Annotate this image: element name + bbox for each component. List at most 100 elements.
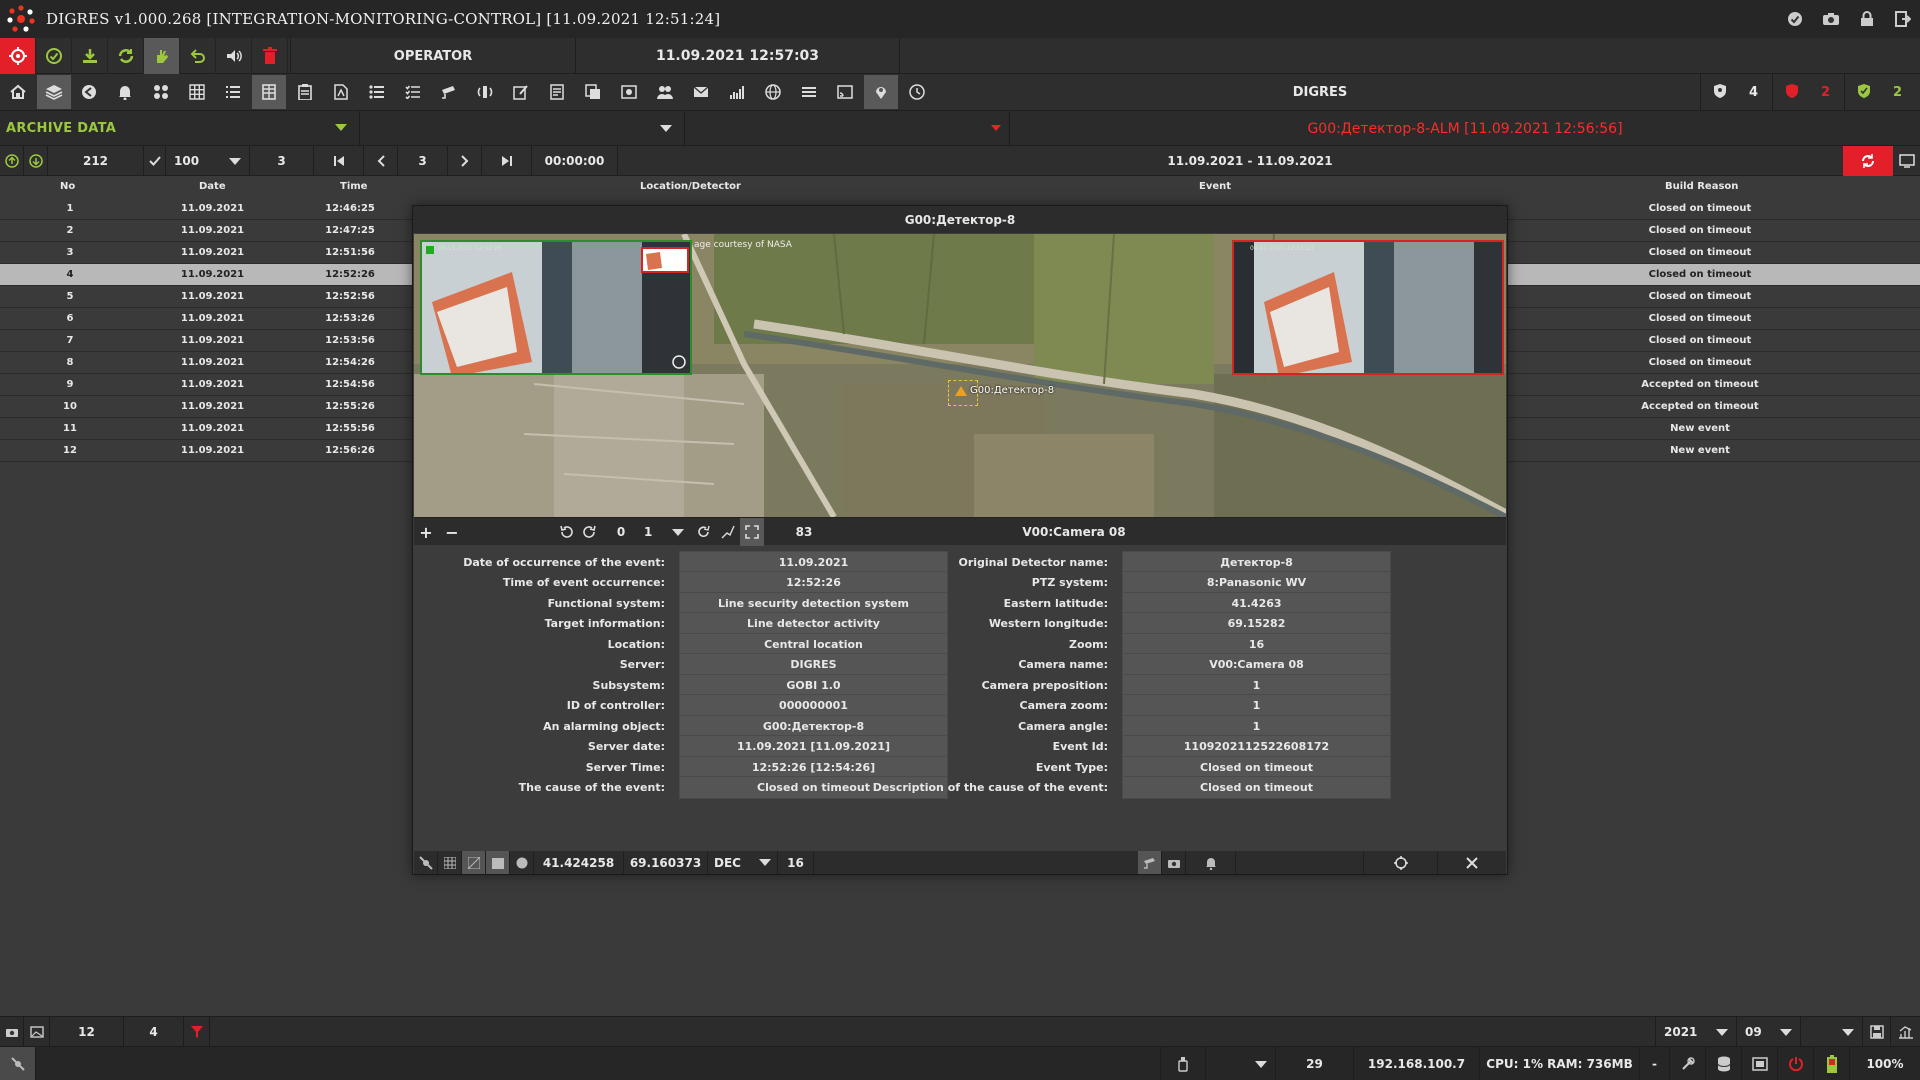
satellite-map[interactable]: 09-11-2021 12:52:26 age courtesy of NASA… — [414, 234, 1506, 517]
map-zoom-value[interactable]: 83 — [764, 518, 844, 546]
chart-icon[interactable] — [720, 75, 754, 109]
filter-select[interactable] — [360, 111, 685, 146]
col-date[interactable]: Date — [199, 181, 226, 192]
preset-select[interactable]: 1 — [638, 518, 690, 546]
ok-counter[interactable]: 2 — [1844, 74, 1916, 111]
copy-icon[interactable] — [576, 75, 610, 109]
camera-preview-left[interactable]: 09-11-2021 12:52:26 — [420, 240, 692, 375]
satellite-icon[interactable] — [414, 851, 438, 874]
tools-icon[interactable] — [1670, 1047, 1706, 1080]
checkmark-icon[interactable] — [144, 146, 166, 176]
rotate-left-icon[interactable] — [554, 518, 578, 546]
hand-icon[interactable] — [144, 38, 180, 74]
download-icon[interactable] — [72, 38, 108, 74]
map-view-icon[interactable] — [462, 851, 486, 874]
next-page-icon[interactable] — [448, 146, 482, 176]
zoom-out-button[interactable]: − — [440, 518, 464, 546]
stats-icon[interactable] — [1891, 1017, 1920, 1047]
globe-icon[interactable] — [756, 75, 790, 109]
close-icon[interactable] — [1438, 851, 1506, 874]
clock-icon[interactable] — [900, 75, 934, 109]
refresh-icon[interactable] — [692, 518, 716, 546]
home-icon[interactable] — [1, 75, 35, 109]
alert-bell-icon[interactable] — [1186, 851, 1236, 874]
calendar-icon[interactable] — [486, 851, 510, 874]
menu-lines-icon[interactable] — [792, 75, 826, 109]
usb-icon[interactable] — [1160, 1047, 1206, 1080]
check-circle-icon[interactable] — [1784, 8, 1806, 30]
col-event[interactable]: Event — [1199, 181, 1231, 192]
picture-icon[interactable] — [24, 1017, 50, 1047]
alarm-counter[interactable]: 2 — [1772, 74, 1844, 111]
map-pin-icon[interactable] — [864, 75, 898, 109]
layers-icon[interactable] — [37, 75, 71, 109]
device-select[interactable] — [1206, 1047, 1276, 1080]
speaker-icon[interactable] — [216, 38, 252, 74]
day-select[interactable] — [1801, 1017, 1863, 1047]
window-icon[interactable] — [1742, 1047, 1778, 1080]
undo-icon[interactable] — [180, 38, 216, 74]
col-no[interactable]: No — [60, 181, 75, 192]
last-page-icon[interactable] — [482, 146, 532, 176]
rotate-right-icon[interactable] — [578, 518, 602, 546]
alarm-target-button[interactable] — [0, 38, 36, 74]
logout-icon[interactable] — [1892, 8, 1914, 30]
bullet-list-icon[interactable] — [360, 75, 394, 109]
users-icon[interactable] — [648, 75, 682, 109]
col-location[interactable]: Location/Detector — [640, 181, 741, 192]
footer-longitude[interactable]: 69.160373 — [624, 851, 708, 874]
fit-route-icon[interactable] — [716, 518, 740, 546]
zoom-in-button[interactable]: + — [414, 518, 438, 546]
grid-view-icon[interactable] — [438, 851, 462, 874]
refresh-button[interactable] — [1843, 146, 1893, 176]
lock-icon[interactable] — [1856, 8, 1878, 30]
database-icon[interactable] — [1706, 1047, 1742, 1080]
coord-format-select[interactable]: DEC — [708, 851, 778, 874]
snapshot-icon[interactable] — [1162, 851, 1186, 874]
col-build-reason[interactable]: Build Reason — [1665, 181, 1738, 192]
time-filter[interactable]: 00:00:00 — [532, 146, 618, 176]
date-range[interactable]: 11.09.2021 - 11.09.2021 — [1000, 146, 1500, 176]
chat-icon[interactable] — [510, 851, 534, 874]
bell-icon[interactable] — [108, 75, 142, 109]
footer-blank-field[interactable] — [1236, 851, 1364, 874]
trash-icon[interactable] — [252, 38, 288, 74]
accept-icon[interactable] — [36, 38, 72, 74]
monitor-icon[interactable] — [1893, 146, 1920, 176]
cast-icon[interactable] — [828, 75, 862, 109]
group-icon[interactable] — [144, 75, 178, 109]
sync-icon[interactable] — [108, 38, 144, 74]
month-select[interactable]: 09 — [1737, 1017, 1801, 1047]
footer-latitude[interactable]: 41.424258 — [534, 851, 624, 874]
camera-preview-right[interactable]: 09-11-2021 12:52:23 — [1232, 240, 1504, 375]
mail-icon[interactable] — [684, 75, 718, 109]
list-icon[interactable] — [216, 75, 250, 109]
page-size-select[interactable]: 100 — [166, 146, 250, 176]
fullscreen-icon[interactable] — [740, 518, 764, 546]
save-icon[interactable] — [1863, 1017, 1891, 1047]
filter-icon[interactable] — [184, 1017, 210, 1047]
guard-counter[interactable]: 4 — [1700, 74, 1772, 111]
target-icon[interactable] — [1364, 851, 1438, 874]
alarm-filter-select[interactable] — [685, 111, 1010, 146]
archive-data-select[interactable]: ARCHIVE DATA — [0, 111, 360, 146]
current-page[interactable]: 3 — [398, 146, 448, 176]
footer-zoom[interactable]: 16 — [778, 851, 814, 874]
cctv-icon[interactable] — [432, 75, 466, 109]
cctv-small-icon[interactable] — [1138, 851, 1162, 874]
camera-small-icon[interactable] — [0, 1017, 24, 1047]
camera-icon[interactable] — [1820, 8, 1842, 30]
col-time[interactable]: Time — [340, 181, 367, 192]
power-icon[interactable] — [1778, 1047, 1814, 1080]
year-select[interactable]: 2021 — [1655, 1017, 1737, 1047]
pdf-icon[interactable] — [324, 75, 358, 109]
grid-icon[interactable] — [180, 75, 214, 109]
back-arrow-icon[interactable] — [72, 75, 106, 109]
image-icon[interactable] — [612, 75, 646, 109]
prev-page-icon[interactable] — [364, 146, 398, 176]
info-value[interactable]: Closed on timeout — [1122, 776, 1391, 799]
document-icon[interactable] — [540, 75, 574, 109]
first-page-icon[interactable] — [314, 146, 364, 176]
clipboard-icon[interactable] — [288, 75, 322, 109]
alarm-banner[interactable]: G00:Детектор-8-ALM [11.09.2021 12:56:56] — [1010, 111, 1920, 146]
